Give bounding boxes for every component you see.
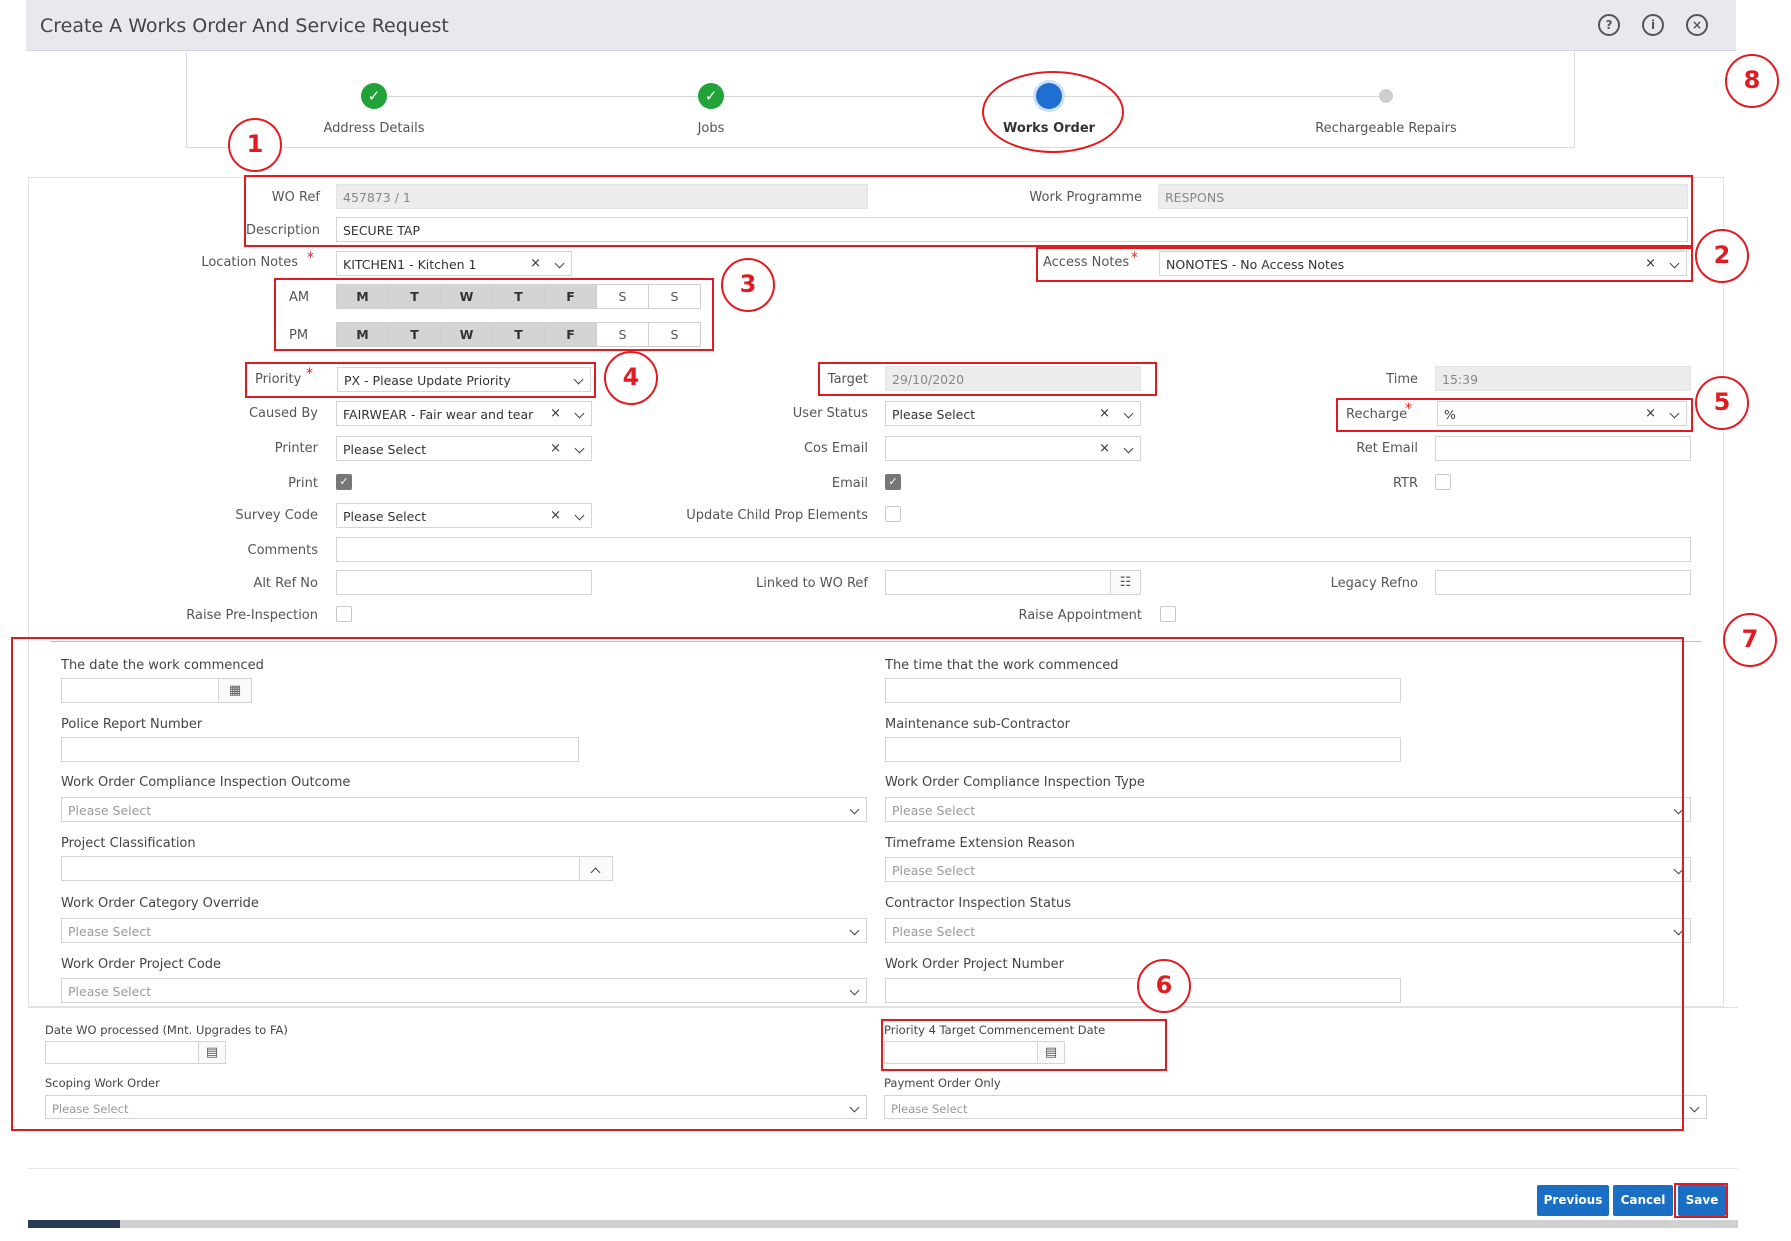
printer-label: Printer [274,441,318,456]
annotation-box-7 [11,637,1684,1131]
update-child-checkbox[interactable] [885,506,901,522]
location-notes-select[interactable]: KITCHEN1 - Kitchen 1 × [336,251,572,276]
printer-select[interactable]: Please Select × [336,436,592,461]
ret-email-label: Ret Email [1356,441,1418,456]
email-checkbox[interactable]: ✓ [885,474,901,490]
raise-pre-label: Raise Pre-Inspection [186,608,318,623]
footer-divider [28,1168,1738,1169]
annotation-number-7: 7 [1723,613,1777,667]
location-notes-value: KITCHEN1 - Kitchen 1 [343,257,477,272]
raise-appt-label: Raise Appointment [1018,608,1142,623]
clear-icon[interactable]: × [1099,406,1110,421]
raise-appt-checkbox[interactable] [1160,606,1176,622]
survey-code-select[interactable]: Please Select × [336,503,592,528]
annotation-number-5: 5 [1695,376,1749,430]
scrollbar-thumb[interactable] [28,1220,120,1228]
chevron-down-icon[interactable] [574,443,585,454]
chevron-down-icon[interactable] [574,408,585,419]
chevron-down-icon[interactable] [554,258,565,269]
annotation-ellipse [982,71,1124,153]
help-icon[interactable]: ? [1598,14,1620,36]
raise-pre-checkbox[interactable] [336,606,352,622]
cancel-button[interactable]: Cancel [1613,1185,1673,1216]
legacy-refno-label: Legacy Refno [1330,576,1418,591]
caused-by-label: Caused By [248,406,318,421]
caused-by-select[interactable]: FAIRWEAR - Fair wear and tear × [336,401,592,426]
ret-email-field[interactable] [1435,436,1691,461]
user-status-value: Please Select [892,407,976,422]
window-title: Create A Works Order And Service Request [40,15,449,37]
linked-wo-label: Linked to WO Ref [756,576,868,591]
survey-code-label: Survey Code [235,508,318,523]
annotation-number-2: 2 [1695,229,1749,283]
time-label: Time [1386,372,1418,387]
step-done-check-icon: ✓ [361,83,387,109]
clear-icon[interactable]: × [550,508,561,523]
rtr-label: RTR [1392,476,1418,491]
step-pending-icon [1379,89,1393,103]
cos-email-select[interactable]: × [885,436,1141,461]
annotation-box-5 [1336,398,1693,432]
chevron-down-icon[interactable] [1689,1102,1700,1113]
clear-icon[interactable]: × [1099,441,1110,456]
print-label: Print [288,476,318,491]
annotation-number-3: 3 [721,258,775,312]
annotation-box-3 [274,278,714,351]
step-done-check-icon: ✓ [698,83,724,109]
annotation-number-6: 6 [1137,959,1191,1013]
chevron-down-icon[interactable] [1123,443,1134,454]
wizard-line [374,96,1386,97]
user-status-select[interactable]: Please Select × [885,401,1141,426]
annotation-number-8: 8 [1725,54,1779,108]
close-icon[interactable]: × [1686,14,1708,36]
time-field: 15:39 [1435,366,1691,391]
alt-ref-label: Alt Ref No [253,576,318,591]
step-jobs[interactable]: Jobs [601,121,821,136]
rtr-checkbox[interactable] [1435,474,1451,490]
annotation-box-target [818,362,1157,396]
info-icon[interactable]: i [1642,14,1664,36]
legacy-refno-field[interactable] [1435,570,1691,595]
email-label: Email [831,476,868,491]
annotation-number-1: 1 [228,118,282,172]
printer-value: Please Select [343,442,427,457]
caused-by-value: FAIRWEAR - Fair wear and tear [343,407,534,422]
location-notes-label: Location Notes [201,255,298,270]
step-rechargeable-repairs[interactable]: Rechargeable Repairs [1276,121,1496,136]
step-address-details[interactable]: Address Details [264,121,484,136]
bottom-scrollbar[interactable] [28,1220,1738,1228]
alt-ref-field[interactable] [336,570,592,595]
annotation-box-2 [1036,247,1693,282]
print-checkbox[interactable]: ✓ [336,474,352,490]
chevron-down-icon[interactable] [1123,408,1134,419]
chevron-down-icon[interactable] [574,510,585,521]
clear-icon[interactable]: × [530,256,541,271]
linked-wo-field[interactable] [885,570,1111,595]
comments-label: Comments [247,543,318,558]
annotation-box-save [1674,1183,1728,1218]
user-status-label: User Status [792,406,868,421]
comments-field[interactable] [336,537,1691,562]
clear-icon[interactable]: × [550,406,561,421]
annotation-box-1 [244,175,1693,247]
annotation-number-4: 4 [604,351,658,405]
cos-email-label: Cos Email [803,441,868,456]
lookup-icon[interactable]: ☷ [1110,570,1141,595]
required-asterisk: * [307,250,314,266]
clear-icon[interactable]: × [550,441,561,456]
update-child-label: Update Child Prop Elements [686,508,868,523]
previous-button[interactable]: Previous [1537,1185,1609,1216]
survey-code-value: Please Select [343,509,427,524]
annotation-box-4 [245,362,596,398]
